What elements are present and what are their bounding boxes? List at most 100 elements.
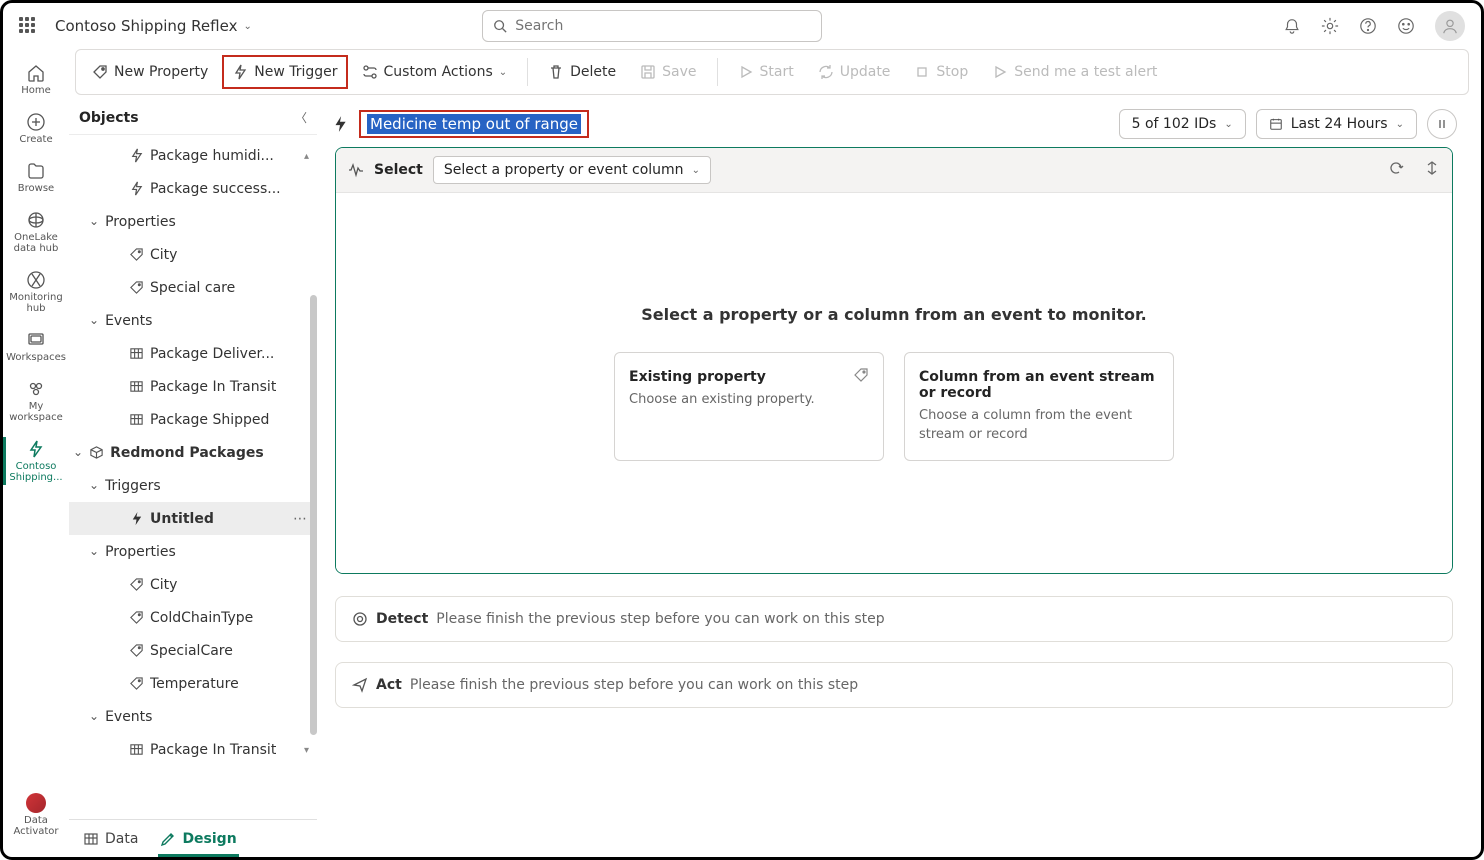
select-property-dropdown[interactable]: Select a property or event column⌄: [433, 156, 711, 184]
pause-button[interactable]: [1427, 109, 1457, 139]
chevron-down-icon: ⌄: [1396, 119, 1404, 130]
custom-actions-button[interactable]: Custom Actions⌄: [352, 55, 518, 89]
calendar-icon: [1269, 117, 1283, 131]
detect-step: Detect Please finish the previous step b…: [335, 596, 1453, 642]
nav-create[interactable]: Create: [3, 106, 69, 151]
scrollbar[interactable]: [310, 295, 317, 735]
chevron-down-icon: [89, 709, 99, 725]
time-range-selector[interactable]: Last 24 Hours⌄: [1256, 109, 1417, 139]
bottom-tabs: Data Design: [69, 819, 317, 857]
chevron-down-icon: [89, 544, 99, 560]
objects-panel-header: Objects 〈: [69, 101, 317, 135]
tag-icon: [853, 367, 869, 387]
undo-icon[interactable]: [1388, 160, 1404, 180]
tree-property-item[interactable]: City: [69, 238, 317, 271]
user-avatar[interactable]: [1435, 11, 1465, 41]
search-wrap: [482, 10, 822, 42]
data-activator-icon: [26, 793, 46, 813]
delete-button[interactable]: Delete: [538, 55, 626, 89]
separator: [527, 58, 528, 86]
top-bar: Contoso Shipping Reflex ⌄: [3, 3, 1481, 49]
design-canvas: Medicine temp out of range 5 of 102 IDs⌄…: [317, 101, 1481, 857]
tree-group-triggers[interactable]: Triggers: [69, 469, 317, 502]
tree-property-item[interactable]: ColdChainType: [69, 601, 317, 634]
objects-tree[interactable]: Package humidi... Package success... Pro…: [69, 135, 317, 819]
save-button: Save: [630, 55, 706, 89]
search-input[interactable]: [515, 18, 811, 34]
tab-data[interactable]: Data: [83, 820, 138, 857]
select-step-label: Select: [374, 162, 423, 178]
tree-trigger-item[interactable]: Package success...: [69, 172, 317, 205]
tree-group-properties[interactable]: Properties: [69, 205, 317, 238]
tree-property-item[interactable]: SpecialCare: [69, 634, 317, 667]
workspace-name: Contoso Shipping Reflex: [55, 17, 237, 35]
sort-down-icon: [304, 742, 309, 758]
tree-trigger-item[interactable]: Package humidi...: [69, 139, 317, 172]
tree-property-item[interactable]: Temperature: [69, 667, 317, 700]
nav-home[interactable]: Home: [3, 57, 69, 102]
workspace-switcher[interactable]: Contoso Shipping Reflex ⌄: [55, 17, 252, 35]
nav-browse[interactable]: Browse: [3, 155, 69, 200]
send-icon: [352, 677, 368, 693]
tree-event-item[interactable]: Package Shipped: [69, 403, 317, 436]
target-icon: [352, 611, 368, 627]
nav-onelake[interactable]: OneLake data hub: [3, 204, 69, 260]
nav-workspaces[interactable]: Workspaces: [3, 324, 69, 369]
toolbar: New Property New Trigger Custom Actions⌄…: [75, 49, 1469, 95]
option-existing-property[interactable]: Existing property Choose an existing pro…: [614, 352, 884, 460]
objects-panel: Objects 〈 Package humidi... Package succ…: [69, 101, 317, 857]
tree-property-item[interactable]: City: [69, 568, 317, 601]
tab-design[interactable]: Design: [160, 820, 236, 857]
trigger-name-input[interactable]: Medicine temp out of range: [359, 110, 589, 138]
chevron-down-icon: [89, 313, 99, 329]
sort-up-icon: [304, 148, 309, 164]
trigger-name-value: Medicine temp out of range: [367, 114, 581, 134]
chevron-down-icon: [73, 445, 83, 461]
new-trigger-button[interactable]: New Trigger: [222, 55, 347, 89]
tree-event-item[interactable]: Package In Transit: [69, 370, 317, 403]
chevron-down-icon: [89, 478, 99, 494]
nav-data-activator[interactable]: Data Activator: [3, 787, 69, 843]
select-step-header: Select Select a property or event column…: [336, 148, 1452, 193]
tree-group-properties[interactable]: Properties: [69, 535, 317, 568]
update-button: Update: [808, 55, 901, 89]
select-prompt: Select a property or a column from an ev…: [641, 305, 1146, 324]
app-launcher-icon[interactable]: [19, 17, 37, 35]
nav-my-workspace[interactable]: My workspace: [3, 373, 69, 429]
send-test-button: Send me a test alert: [982, 55, 1167, 89]
chevron-down-icon: ⌄: [499, 67, 507, 78]
tree-trigger-untitled[interactable]: Untitled⋯: [69, 502, 317, 535]
new-property-button[interactable]: New Property: [82, 55, 218, 89]
chevron-down-icon: ⌄: [243, 21, 251, 32]
start-button: Start: [728, 55, 804, 89]
nav-rail: Home Create Browse OneLake data hub Moni…: [3, 49, 69, 857]
notifications-icon[interactable]: [1283, 17, 1301, 35]
waveform-icon: [348, 162, 364, 178]
top-right-icons: [1283, 11, 1465, 41]
chevron-down-icon: [89, 214, 99, 230]
tree-property-item[interactable]: Special care: [69, 271, 317, 304]
expand-icon[interactable]: [1424, 160, 1440, 180]
tree-event-item[interactable]: Package In Transit: [69, 733, 317, 766]
feedback-icon[interactable]: [1397, 17, 1415, 35]
objects-panel-title: Objects: [79, 110, 139, 126]
more-icon[interactable]: ⋯: [293, 511, 307, 527]
help-icon[interactable]: [1359, 17, 1377, 35]
tree-object-redmond[interactable]: Redmond Packages: [69, 436, 317, 469]
chevron-down-icon: ⌄: [1224, 119, 1232, 130]
act-step: Act Please finish the previous step befo…: [335, 662, 1453, 708]
select-step: Select Select a property or event column…: [335, 147, 1453, 574]
tree-group-events[interactable]: Events: [69, 700, 317, 733]
tree-event-item[interactable]: Package Deliver...: [69, 337, 317, 370]
option-event-column[interactable]: Column from an event stream or record Ch…: [904, 352, 1174, 460]
search-box[interactable]: [482, 10, 822, 42]
tree-group-events[interactable]: Events: [69, 304, 317, 337]
nav-monitoring[interactable]: Monitoring hub: [3, 264, 69, 320]
collapse-panel-icon[interactable]: 〈: [295, 109, 307, 126]
ids-selector[interactable]: 5 of 102 IDs⌄: [1119, 109, 1246, 139]
chevron-down-icon: ⌄: [692, 165, 700, 176]
stop-button: Stop: [904, 55, 978, 89]
settings-icon[interactable]: [1321, 17, 1339, 35]
search-icon: [493, 19, 507, 33]
nav-current-item[interactable]: Contoso Shipping...: [3, 433, 69, 489]
